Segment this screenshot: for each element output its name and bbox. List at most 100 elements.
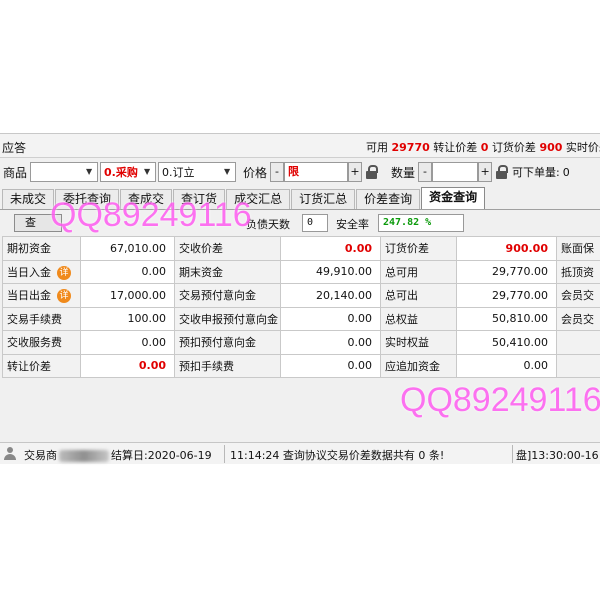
chevron-down-icon: ▼ xyxy=(223,167,231,176)
fund-label: 交收服务费 xyxy=(7,336,62,350)
trading-window: 应答 可用 29770 转让价差 0 订货价差 900 实时价差 商品 ▼ 0.… xyxy=(0,133,600,464)
fund-label-cell: 交易预付意向金 xyxy=(174,283,281,308)
fund-value-cell: 0.00 xyxy=(80,259,175,284)
table-row: 交收服务费 0.00 预扣预付意向金 0.00 实时权益 50,410.00 xyxy=(2,330,600,355)
tab-spread-query[interactable]: 价差查询 xyxy=(356,189,421,209)
quantity-label: 数量 xyxy=(391,165,416,180)
query-tabs: 未成交 委托查询 查成交 查订货 成交汇总 订货汇总 价差查询 资金查询 xyxy=(0,187,600,210)
realtime-spread-label: 实时价差 xyxy=(565,141,600,154)
query-button[interactable]: 查 xyxy=(14,214,62,232)
quantity-increment-button[interactable]: + xyxy=(478,162,493,182)
fund-label-cell: 转让价差 xyxy=(2,353,81,378)
fund-value-cell: 29,770.00 xyxy=(456,283,557,308)
fund-label-cell: 账面保 xyxy=(556,236,600,261)
fund-label: 期初资金 xyxy=(7,242,51,256)
fund-value-cell: 0.00 xyxy=(280,306,381,331)
tab-fund-query[interactable]: 资金查询 xyxy=(421,187,486,209)
detail-badge-icon[interactable]: 详 xyxy=(57,265,71,280)
status-bar: 交易商 结算日:2020-06-19 11:14:24 查询协议交易价差数据共有 … xyxy=(0,442,600,464)
transfer-value: 0 xyxy=(480,141,489,154)
tab-order-query[interactable]: 委托查询 xyxy=(55,189,120,209)
chevron-down-icon: ▼ xyxy=(143,167,151,176)
available-value: 29770 xyxy=(391,141,430,154)
panel-title: 应答 xyxy=(2,141,27,155)
fund-label: 抵顶资 xyxy=(561,265,594,279)
fund-label: 期末资金 xyxy=(179,265,223,279)
transfer-label: 转让价差 xyxy=(433,141,478,154)
fund-label-cell: 当日出金详 xyxy=(2,283,81,308)
settlement-date: 结算日:2020-06-19 xyxy=(111,449,212,462)
fund-label-cell: 实时权益 xyxy=(380,330,457,355)
fund-label-cell xyxy=(556,353,600,378)
fund-value-cell: 50,410.00 xyxy=(456,330,557,355)
fund-label-cell: 当日入金详 xyxy=(2,259,81,284)
direction-value: 0.采购 xyxy=(104,166,138,179)
fund-label: 交易预付意向金 xyxy=(179,289,256,303)
fund-value-cell: 900.00 xyxy=(456,236,557,261)
max-order-value: 0 xyxy=(562,165,570,179)
fund-label-cell xyxy=(556,330,600,355)
fund-label: 转让价差 xyxy=(7,359,51,373)
lock-icon[interactable] xyxy=(495,165,509,179)
fund-label-cell: 会员交 xyxy=(556,283,600,308)
redacted-trader-id xyxy=(59,450,109,462)
price-label: 价格 xyxy=(243,165,268,180)
fund-label-cell: 交收价差 xyxy=(174,236,281,261)
direction-select[interactable]: 0.采购 ▼ xyxy=(100,162,157,182)
fund-label-cell: 期初资金 xyxy=(2,236,81,261)
status-divider xyxy=(224,445,225,463)
fund-label: 交易手续费 xyxy=(7,312,62,326)
order-spread-value: 900 xyxy=(539,141,563,154)
safety-rate-label: 安全率 xyxy=(336,218,369,231)
product-select[interactable]: ▼ xyxy=(30,162,99,182)
price-input[interactable]: 限 xyxy=(284,162,349,182)
fund-label-cell: 抵顶资 xyxy=(556,259,600,284)
tab-unfilled[interactable]: 未成交 xyxy=(2,189,55,209)
order-spread-label: 订货价差 xyxy=(491,141,536,154)
quantity-decrement-button[interactable]: - xyxy=(418,162,433,182)
fund-query-toolbar: 查 负债天数 0 安全率 247.82 % xyxy=(0,212,600,234)
fund-label-cell: 预扣手续费 xyxy=(174,353,281,378)
fund-table: 期初资金 67,010.00 交收价差 0.00 订货价差 900.00 账面保 当日入金详 0… xyxy=(2,236,600,378)
fund-value-cell: 0.00 xyxy=(456,353,557,378)
fund-label-cell: 订货价差 xyxy=(380,236,457,261)
tab-trade-query[interactable]: 查成交 xyxy=(120,189,173,209)
tab-booking-summary[interactable]: 订货汇总 xyxy=(291,189,356,209)
fund-label: 总权益 xyxy=(385,312,418,326)
fund-label: 交收申报预付意向金 xyxy=(179,312,278,326)
fund-value-cell: 67,010.00 xyxy=(80,236,175,261)
trader-label: 交易商 xyxy=(24,449,57,462)
fund-label: 会员交 xyxy=(561,312,594,326)
fund-label: 预扣预付意向金 xyxy=(179,336,256,350)
available-label: 可用 xyxy=(366,141,388,154)
price-increment-button[interactable]: + xyxy=(348,162,363,182)
lock-icon[interactable] xyxy=(365,165,379,179)
price-decrement-button[interactable]: - xyxy=(270,162,285,182)
fund-label: 账面保 xyxy=(561,242,594,256)
fund-label-cell: 预扣预付意向金 xyxy=(174,330,281,355)
order-entry-bar: 商品 ▼ 0.采购 ▼ 0.订立 ▼ 价格 - 限 + 数量 - + 可下单量:… xyxy=(0,160,600,184)
fund-label: 实时权益 xyxy=(385,336,429,350)
tab-booking-query[interactable]: 查订货 xyxy=(173,189,226,209)
detail-badge-icon[interactable]: 详 xyxy=(57,289,71,304)
debt-days-value: 0 xyxy=(302,214,328,232)
order-type-select[interactable]: 0.订立 ▼ xyxy=(158,162,237,182)
table-row: 交易手续费 100.00 交收申报预付意向金 0.00 总权益 50,810.00 会员交 xyxy=(2,306,600,331)
fund-label-cell: 交易手续费 xyxy=(2,306,81,331)
fund-value-cell: 0.00 xyxy=(80,353,175,378)
trader-info: 交易商 结算日:2020-06-19 xyxy=(24,447,212,463)
status-message: 11:14:24 查询协议交易价差数据共有 0 条! xyxy=(230,449,445,462)
table-row: 当日入金详 0.00 期末资金 49,910.00 总可用 29,770.00 抵顶资 xyxy=(2,259,600,284)
fund-label: 总可用 xyxy=(385,265,418,279)
fund-label: 交收价差 xyxy=(179,242,223,256)
tab-trade-summary[interactable]: 成交汇总 xyxy=(226,189,291,209)
table-row: 当日出金详 17,000.00 交易预付意向金 20,140.00 总可出 29,770.… xyxy=(2,283,600,308)
fund-value-cell: 0.00 xyxy=(280,236,381,261)
quantity-input[interactable] xyxy=(432,162,479,182)
table-row: 转让价差 0.00 预扣手续费 0.00 应追加资金 0.00 xyxy=(2,353,600,378)
order-type-value: 0.订立 xyxy=(162,166,195,179)
fund-label-cell: 总可出 xyxy=(380,283,457,308)
fund-label: 会员交 xyxy=(561,289,594,303)
fund-value-cell: 0.00 xyxy=(280,330,381,355)
fund-value-cell: 0.00 xyxy=(80,330,175,355)
